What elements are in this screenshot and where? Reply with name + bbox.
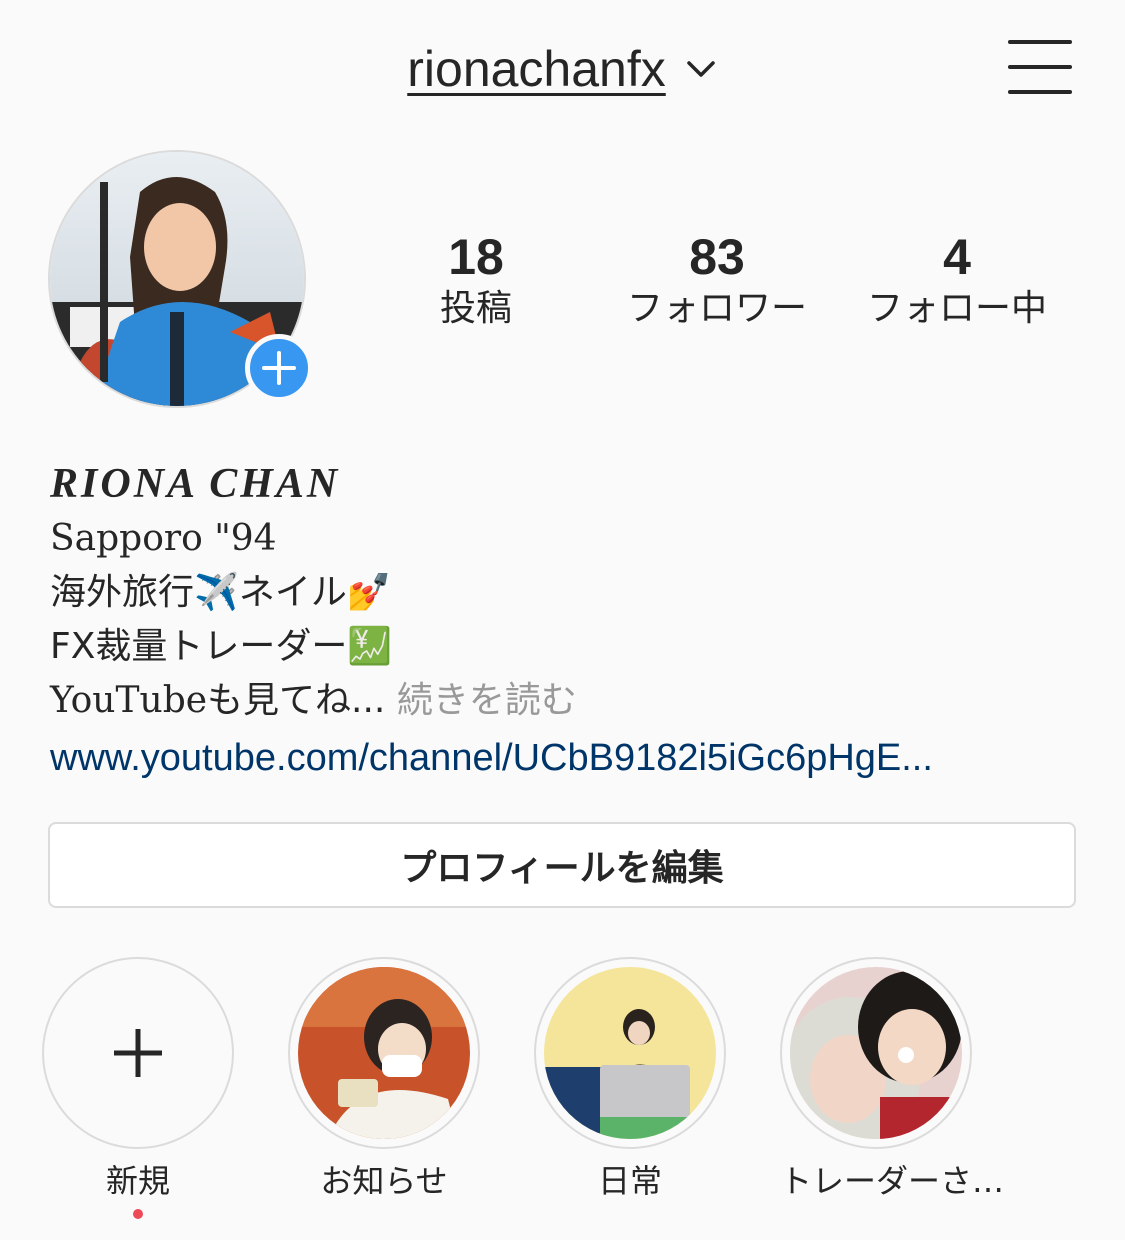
bio-line-3: FX裁量トレーダー💹	[50, 620, 1080, 674]
following-count: 4	[943, 229, 971, 285]
stat-posts[interactable]: 18 投稿	[366, 228, 586, 332]
plus-icon	[262, 351, 296, 385]
highlight-cover	[790, 967, 962, 1139]
website-link[interactable]: www.youtube.com/channel/UCbB9182i5iGc6pH…	[50, 728, 1080, 788]
add-story-button[interactable]	[245, 334, 313, 402]
posts-label: 投稿	[439, 288, 512, 329]
highlight-item[interactable]: 日常	[534, 957, 726, 1203]
airplane-icon: ✈️	[194, 572, 239, 613]
new-indicator-dot	[133, 1209, 143, 1219]
highlight-cover	[298, 967, 470, 1139]
edit-profile-button[interactable]: プロフィールを編集	[48, 822, 1076, 908]
highlight-ring[interactable]	[288, 957, 480, 1149]
highlight-ring[interactable]	[780, 957, 972, 1149]
bio-line-1: Sapporo "94	[50, 518, 277, 559]
hamburger-menu-icon[interactable]	[1008, 40, 1072, 96]
bio-text: も見てね...	[207, 680, 386, 721]
followers-count: 83	[689, 229, 745, 285]
stat-following[interactable]: 4 フォロー中	[847, 228, 1067, 332]
highlight-label: 新規	[105, 1162, 170, 1200]
read-more-link[interactable]: 続きを読む	[397, 680, 577, 721]
chart-yen-icon: 💹	[347, 626, 393, 667]
posts-count: 18	[448, 229, 504, 285]
highlight-item[interactable]: トレーダーさ…	[780, 957, 1005, 1203]
plus-icon	[114, 1029, 162, 1077]
username[interactable]: rionachanfx	[407, 40, 666, 98]
nail-polish-icon: 💅	[346, 572, 392, 613]
following-label: フォロー中	[866, 288, 1047, 329]
bio-line-4: YouTubeも見てね... 続きを読む	[50, 674, 1080, 728]
chevron-down-icon[interactable]	[684, 52, 718, 86]
bio-text: FX裁量トレーダー	[50, 626, 348, 667]
bio: RIONA CHAN Sapporo "94 海外旅行✈️ネイル💅 FX裁量トレ…	[50, 456, 1080, 788]
highlight-ring[interactable]	[534, 957, 726, 1149]
followers-label: フォロワー	[626, 288, 807, 329]
bio-text: ネイル	[238, 572, 347, 613]
account-switcher[interactable]: rionachanfx	[0, 40, 1125, 98]
highlight-ring[interactable]	[42, 957, 234, 1149]
profile-header: rionachanfx	[0, 0, 1125, 140]
bio-text: YouTube	[50, 680, 208, 721]
highlight-label: お知らせ	[320, 1162, 448, 1200]
highlight-cover	[544, 967, 716, 1139]
stat-followers[interactable]: 83 フォロワー	[607, 228, 827, 332]
highlight-label: トレーダーさ…	[780, 1162, 1005, 1200]
display-name: RIONA CHAN	[50, 461, 341, 507]
highlight-new[interactable]: 新規	[42, 957, 234, 1219]
highlight-label: 日常	[597, 1162, 662, 1200]
bio-text: 海外旅行	[50, 572, 195, 613]
bio-line-2: 海外旅行✈️ネイル💅	[50, 566, 1080, 620]
highlight-item[interactable]: お知らせ	[288, 957, 480, 1203]
